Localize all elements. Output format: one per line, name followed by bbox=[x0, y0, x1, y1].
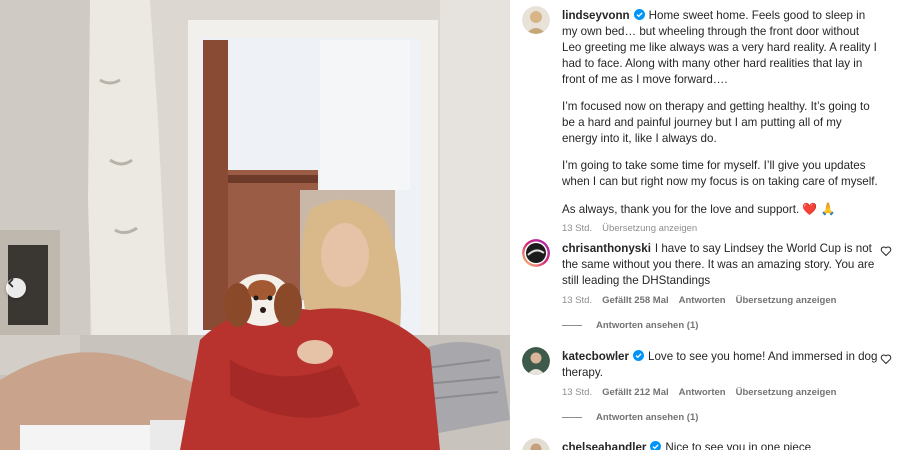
comment-username[interactable]: chrisanthonyski bbox=[562, 242, 651, 255]
comments-panel[interactable]: lindseyvonn Home sweet home. Feels good t… bbox=[510, 0, 900, 450]
caption-emoji: ❤️ 🙏 bbox=[802, 202, 836, 216]
reply-button[interactable]: Antworten bbox=[679, 387, 726, 398]
divider-line bbox=[562, 417, 582, 418]
avatar[interactable] bbox=[522, 239, 550, 267]
comment-username[interactable]: chelseahandler bbox=[562, 441, 646, 450]
comment-username[interactable]: katecbowler bbox=[562, 350, 629, 363]
chevron-left-icon bbox=[7, 278, 14, 288]
verified-badge-icon bbox=[650, 441, 662, 450]
heart-outline-icon[interactable] bbox=[880, 353, 892, 365]
translate-link[interactable]: Übersetzung anzeigen bbox=[736, 295, 837, 306]
verified-badge-icon bbox=[633, 350, 645, 361]
view-replies-button[interactable]: Antworten ansehen (1) bbox=[562, 320, 878, 331]
caption-paragraph-2: I’m focused now on therapy and getting h… bbox=[562, 100, 870, 145]
comment-likes[interactable]: Gefällt 258 Mal bbox=[602, 295, 669, 306]
avatar[interactable] bbox=[522, 438, 550, 450]
comment-likes[interactable]: Gefällt 212 Mal bbox=[602, 387, 669, 398]
comment-time[interactable]: 13 Std. bbox=[562, 295, 592, 306]
carousel-prev-button[interactable] bbox=[6, 278, 26, 298]
caption-translate-link[interactable]: Übersetzung anzeigen bbox=[602, 223, 697, 234]
translate-link[interactable]: Übersetzung anzeigen bbox=[736, 387, 837, 398]
view-replies-label: Antworten ansehen (1) bbox=[596, 320, 699, 331]
avatar[interactable] bbox=[522, 347, 550, 375]
reply-button[interactable]: Antworten bbox=[679, 295, 726, 306]
divider-line bbox=[562, 325, 582, 326]
caption-paragraph-3: I’m going to take some time for myself. … bbox=[562, 159, 878, 188]
caption-paragraph-4: As always, thank you for the love and su… bbox=[562, 203, 800, 216]
post-media[interactable] bbox=[0, 0, 510, 450]
verified-badge-icon bbox=[633, 9, 645, 20]
view-replies-label: Antworten ansehen (1) bbox=[596, 412, 699, 423]
post-photo bbox=[0, 0, 510, 450]
avatar[interactable] bbox=[522, 6, 550, 34]
caption-time[interactable]: 13 Std. bbox=[562, 223, 592, 234]
heart-outline-icon[interactable] bbox=[880, 245, 892, 257]
caption-username[interactable]: lindseyvonn bbox=[562, 9, 630, 22]
comment-time[interactable]: 13 Std. bbox=[562, 387, 592, 398]
view-replies-button[interactable]: Antworten ansehen (1) bbox=[562, 412, 878, 423]
comment-text: Nice to see you in one piece bbox=[665, 441, 812, 450]
